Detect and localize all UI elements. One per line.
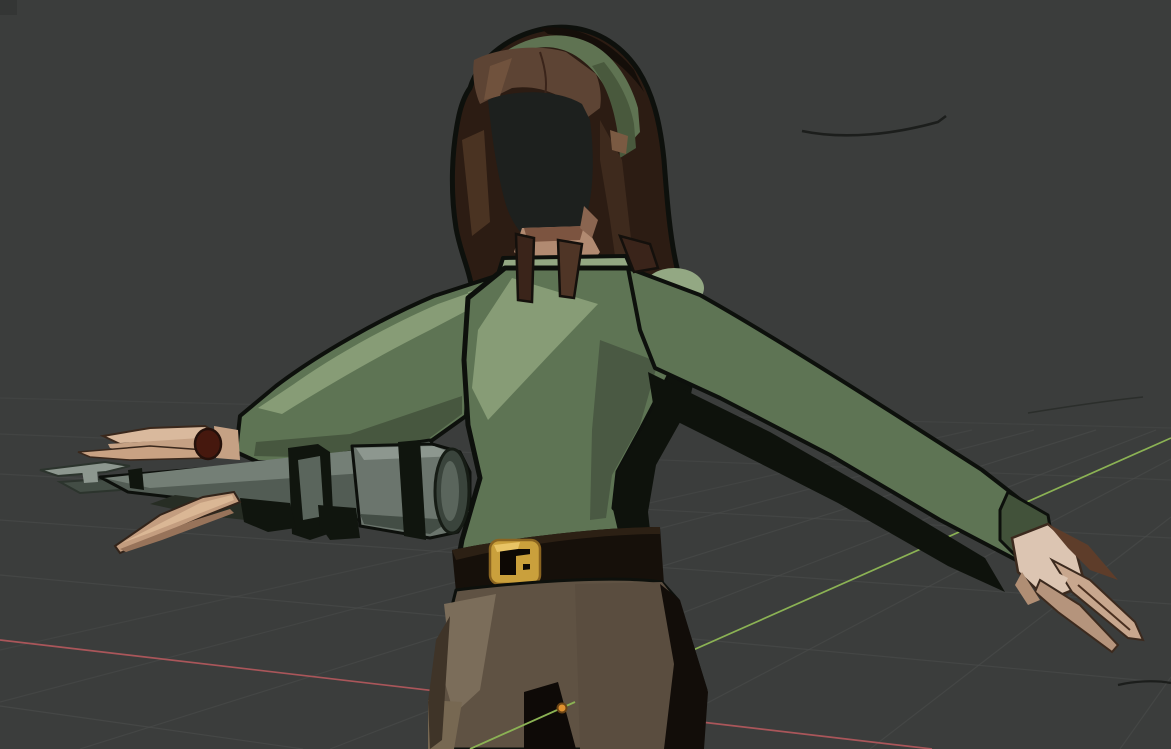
pants[interactable]: [428, 579, 708, 749]
hair-strand[interactable]: [516, 234, 534, 302]
origin-point[interactable]: [558, 704, 567, 713]
viewport-canvas[interactable]: [0, 0, 1171, 749]
muzzle-notch[interactable]: [82, 468, 98, 483]
viewport-render: [0, 0, 1171, 749]
sleeve-opening[interactable]: [195, 429, 221, 459]
barrel-fork-gap[interactable]: [128, 468, 144, 490]
ui-corner-fragment: [0, 0, 17, 15]
stock-butt-inner[interactable]: [441, 461, 459, 521]
